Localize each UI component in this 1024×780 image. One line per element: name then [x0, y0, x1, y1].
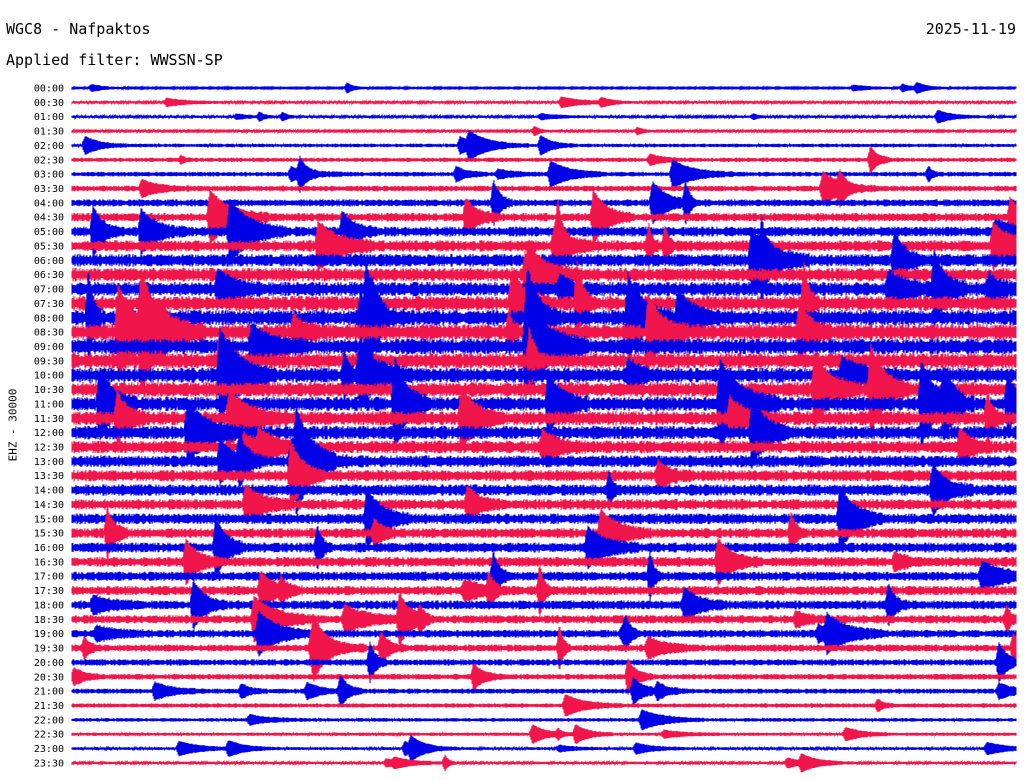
- row-time-label: 09:30: [34, 356, 64, 367]
- trace-row: [71, 675, 1017, 707]
- row-time-label: 09:00: [34, 342, 64, 353]
- row-time-label: 14:30: [34, 500, 64, 511]
- row-time-label: 08:30: [34, 328, 64, 339]
- trace-row: [71, 126, 1017, 137]
- trace-row: [71, 189, 1017, 246]
- row-time-label: 01:00: [34, 112, 64, 123]
- row-time-label: 15:30: [34, 529, 64, 540]
- row-time-label: 05:00: [34, 227, 64, 238]
- trace-row: [71, 81, 1017, 95]
- row-time-label: 02:30: [34, 155, 64, 166]
- helicorder-plot: 00:00 00:30 01:00 01:30 02:00 02:30 03:00 03:30…: [34, 81, 1017, 773]
- row-time-label: 23:30: [34, 758, 64, 769]
- row-time-label: 14:00: [34, 486, 64, 497]
- row-time-label: 19:30: [34, 644, 64, 655]
- trace-row: [71, 709, 1017, 731]
- row-time-label: 03:30: [34, 184, 64, 195]
- row-time-label: 11:30: [34, 414, 64, 425]
- trace-group: [71, 81, 1017, 773]
- row-time-label: 10:00: [34, 371, 64, 382]
- row-time-label: 21:00: [34, 687, 64, 698]
- trace-row: [71, 724, 1017, 745]
- row-time-label: 02:00: [34, 141, 64, 152]
- row-time-label: 12:00: [34, 428, 64, 439]
- row-time-label: 11:00: [34, 399, 64, 410]
- row-time-label: 18:00: [34, 601, 64, 612]
- row-time-label: 17:30: [34, 586, 64, 597]
- row-time-label: 04:00: [34, 198, 64, 209]
- row-time-label: 13:30: [34, 471, 64, 482]
- row-time-label: 08:00: [34, 313, 64, 324]
- row-time-label: 15:00: [34, 514, 64, 525]
- row-time-label: 10:30: [34, 385, 64, 396]
- row-time-label: 06:30: [34, 270, 64, 281]
- row-time-label: 06:00: [34, 256, 64, 267]
- row-time-label: 12:30: [34, 443, 64, 454]
- row-time-label: 18:30: [34, 615, 64, 626]
- trace-row: [71, 753, 1017, 773]
- trace-row: [71, 96, 1017, 109]
- tick-label-group: 00:00 00:30 01:00 01:30 02:00 02:30 03:00 03:30…: [34, 84, 64, 770]
- row-time-label: 00:00: [34, 84, 64, 95]
- row-time-label: 00:30: [34, 98, 64, 109]
- row-time-label: 17:00: [34, 572, 64, 583]
- row-time-label: 20:30: [34, 672, 64, 683]
- row-time-label: 05:30: [34, 242, 64, 253]
- row-time-label: 04:30: [34, 213, 64, 224]
- row-time-label: 13:00: [34, 457, 64, 468]
- trace-row: [71, 518, 1017, 578]
- trace-row: [71, 109, 1017, 124]
- trace-row: [71, 694, 1017, 717]
- row-time-label: 21:30: [34, 701, 64, 712]
- row-time-label: 01:30: [34, 127, 64, 138]
- row-time-label: 22:00: [34, 715, 64, 726]
- row-time-label: 23:00: [34, 744, 64, 755]
- row-time-label: 03:00: [34, 170, 64, 181]
- row-time-label: 07:30: [34, 299, 64, 310]
- trace-row: [71, 614, 1017, 682]
- row-time-label: 16:30: [34, 557, 64, 568]
- row-time-label: 07:00: [34, 285, 64, 296]
- row-time-label: 16:00: [34, 543, 64, 554]
- row-time-label: 19:00: [34, 629, 64, 640]
- row-time-label: 22:30: [34, 730, 64, 741]
- row-time-label: 20:00: [34, 658, 64, 669]
